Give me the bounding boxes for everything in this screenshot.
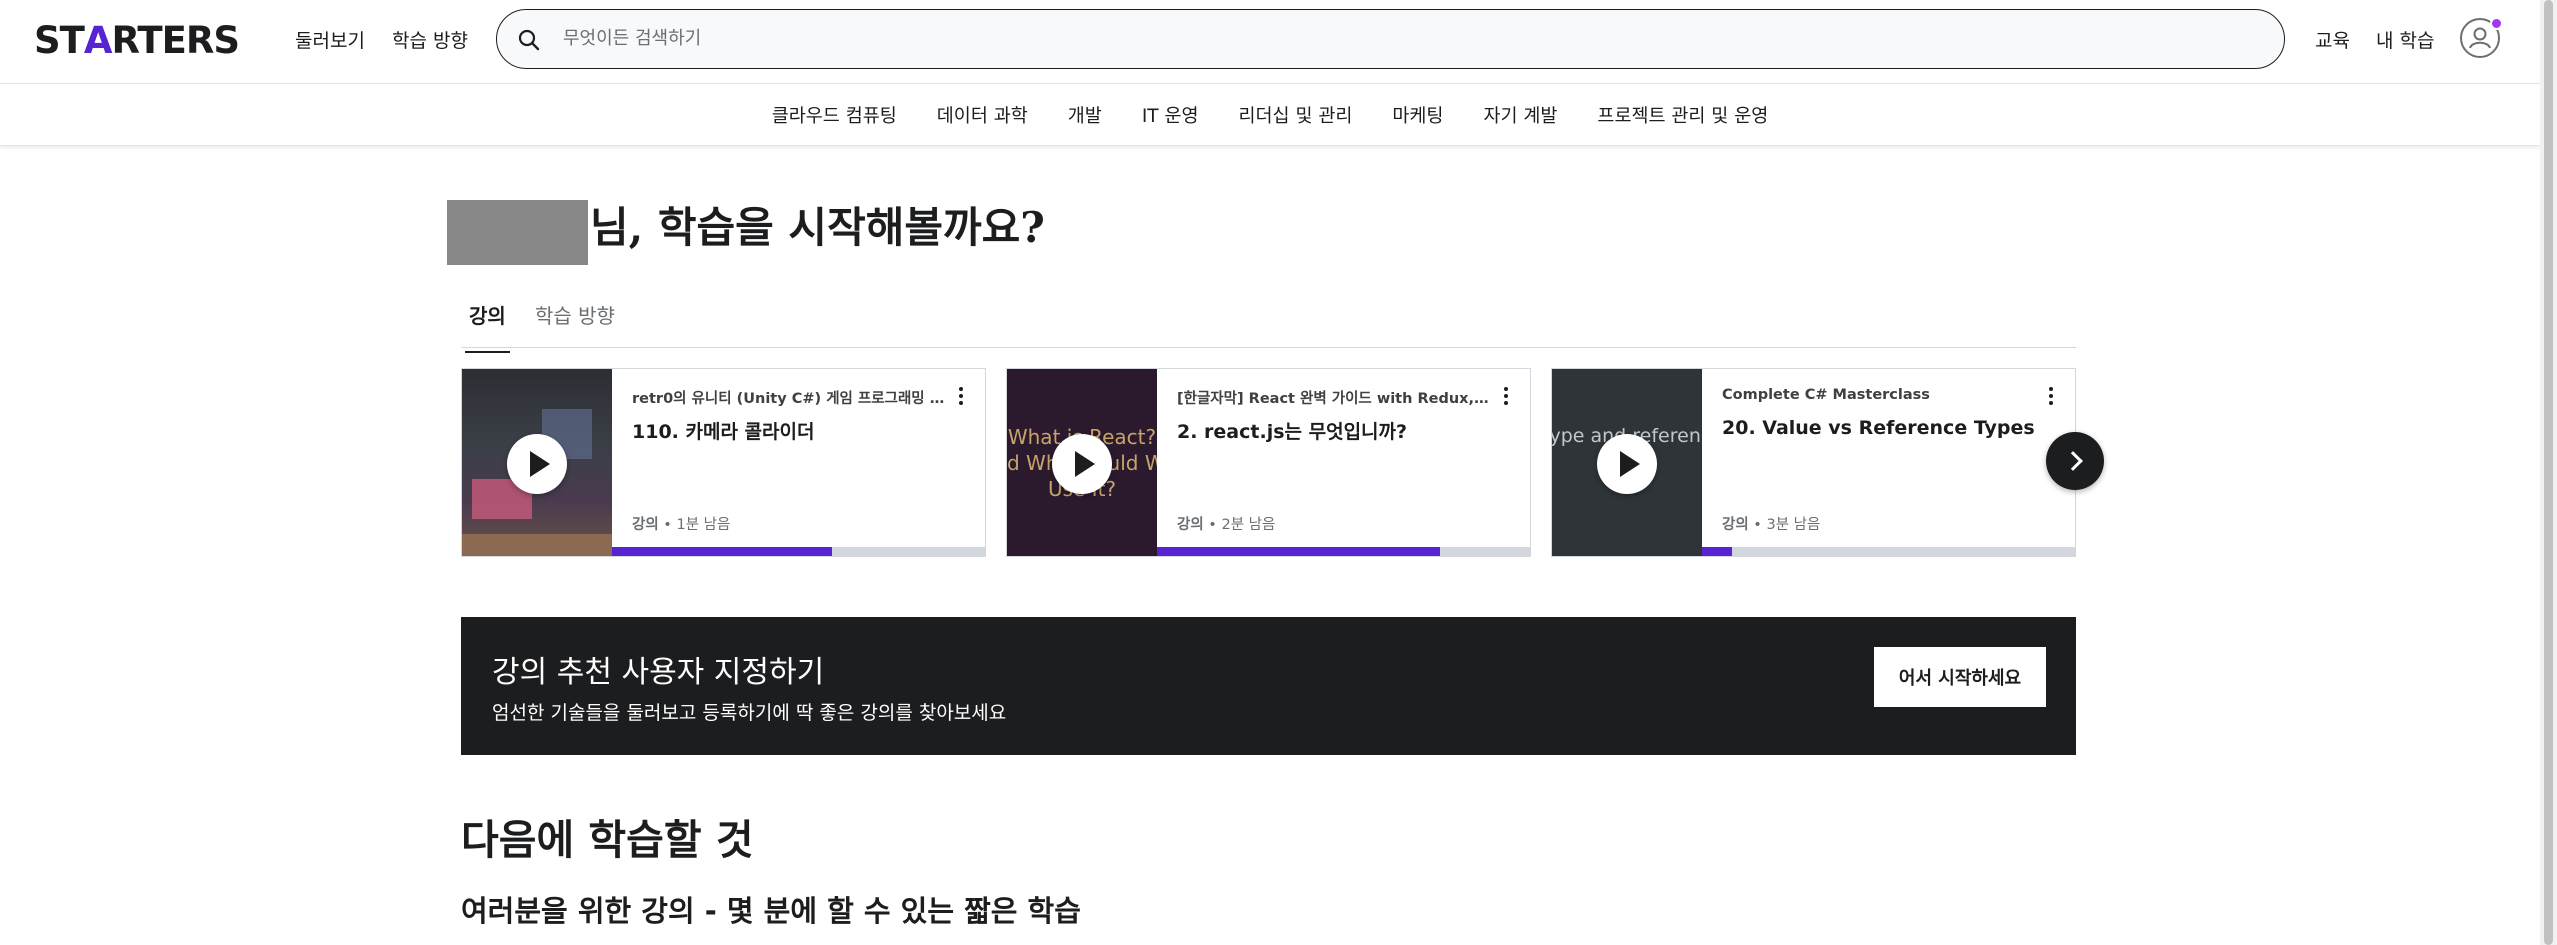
- nav-learning-path-link[interactable]: 학습 방향: [392, 26, 468, 53]
- lecture-meta: 강의 • 1분 남음: [632, 517, 731, 533]
- meta-type: 강의: [1722, 517, 1749, 533]
- tab-learning-path[interactable]: 학습 방향: [535, 300, 615, 351]
- play-icon[interactable]: [507, 434, 567, 494]
- learning-tabs: 강의 학습 방향: [461, 294, 2076, 353]
- greeting-heading: 님, 학습을 시작해볼까요?: [590, 203, 1045, 252]
- top-header: STARTERS 둘러보기 학습 방향 교육 내 학습: [0, 0, 2540, 84]
- starters-logo[interactable]: ST A RTERS: [34, 18, 240, 62]
- meta-type: 강의: [632, 517, 659, 533]
- meta-time-remaining: 3분 남음: [1766, 517, 1821, 533]
- carousel-next-button[interactable]: [2046, 432, 2104, 490]
- redacted-username: [447, 200, 588, 265]
- section-title: 다음에 학습할 것: [461, 816, 754, 864]
- continue-card[interactable]: type and reference Complete C# Mastercla…: [1551, 368, 2076, 557]
- banner-title: 강의 추천 사용자 지정하기: [492, 655, 825, 690]
- more-options-icon[interactable]: [1504, 387, 1508, 405]
- category-data-science[interactable]: 데이터 과학: [937, 102, 1028, 128]
- more-options-icon[interactable]: [959, 387, 963, 405]
- banner-subtitle: 엄선한 기술들을 둘러보고 등록하기에 딱 좋은 강의를 찾아보세요: [492, 702, 1007, 724]
- course-thumbnail: What is React? d Why Would W Use It?: [1007, 369, 1157, 556]
- section-subtitle: 여러분을 위한 강의 - 몇 분에 할 수 있는 짧은 학습: [461, 894, 1081, 928]
- search-input[interactable]: [563, 10, 2253, 67]
- category-bar: 클라우드 컴퓨팅 데이터 과학 개발 IT 운영 리더십 및 관리 마케팅 자기…: [0, 84, 2540, 146]
- search-icon[interactable]: [517, 28, 541, 52]
- course-title: [한글자막] React 완벽 가이드 with Redux, Next.js,…: [1177, 391, 1492, 407]
- lecture-meta: 강의 • 3분 남음: [1722, 517, 1821, 533]
- more-options-icon[interactable]: [2049, 387, 2053, 405]
- lecture-meta: 강의 • 2분 남음: [1177, 517, 1276, 533]
- scrollbar-thumb[interactable]: [2544, 0, 2553, 945]
- continue-card[interactable]: retr0의 유니티 (Unity C#) 게임 프로그래밍 에센셜 110. …: [461, 368, 986, 557]
- course-thumbnail: type and reference: [1552, 369, 1702, 556]
- lecture-title[interactable]: 110. 카메라 콜라이더: [632, 417, 972, 444]
- logo-text-end: RTERS: [111, 18, 240, 62]
- category-cloud-computing[interactable]: 클라우드 컴퓨팅: [772, 102, 897, 128]
- course-thumbnail: [462, 369, 612, 556]
- nav-my-learning-link[interactable]: 내 학습: [2376, 26, 2434, 53]
- category-project-management[interactable]: 프로젝트 관리 및 운영: [1597, 102, 1768, 128]
- course-title: Complete C# Masterclass: [1722, 387, 1930, 403]
- meta-time-remaining: 1분 남음: [676, 517, 731, 533]
- progress-bar: [1157, 547, 1530, 556]
- category-leadership[interactable]: 리더십 및 관리: [1239, 102, 1353, 128]
- nav-browse-link[interactable]: 둘러보기: [295, 26, 365, 53]
- play-icon[interactable]: [1597, 434, 1657, 494]
- user-avatar[interactable]: [2460, 17, 2503, 58]
- category-development[interactable]: 개발: [1068, 102, 1102, 128]
- lecture-title[interactable]: 2. react.js는 무엇입니까?: [1177, 417, 1517, 444]
- logo-text-accent: A: [83, 18, 113, 62]
- play-icon[interactable]: [1052, 434, 1112, 494]
- progress-bar: [612, 547, 985, 556]
- logo-text-start: ST: [34, 18, 85, 62]
- lecture-title[interactable]: 20. Value vs Reference Types: [1722, 417, 2062, 439]
- tab-lectures[interactable]: 강의: [465, 300, 510, 353]
- meta-time-remaining: 2분 남음: [1221, 517, 1276, 533]
- meta-type: 강의: [1177, 517, 1204, 533]
- course-title: retr0의 유니티 (Unity C#) 게임 프로그래밍 에센셜: [632, 391, 947, 407]
- progress-bar: [1702, 547, 2075, 556]
- search-bar[interactable]: [496, 9, 2285, 69]
- category-self-development[interactable]: 자기 계발: [1483, 102, 1557, 128]
- nav-teach-link[interactable]: 교육: [2315, 26, 2350, 53]
- category-marketing[interactable]: 마케팅: [1392, 102, 1443, 128]
- get-started-button[interactable]: 어서 시작하세요: [1874, 647, 2046, 707]
- category-it-operations[interactable]: IT 운영: [1142, 102, 1199, 128]
- recommendation-banner: 강의 추천 사용자 지정하기 엄선한 기술들을 둘러보고 등록하기에 딱 좋은 …: [461, 617, 2076, 755]
- notification-dot: [2490, 17, 2503, 30]
- continue-card[interactable]: What is React? d Why Would W Use It? [한글…: [1006, 368, 1531, 557]
